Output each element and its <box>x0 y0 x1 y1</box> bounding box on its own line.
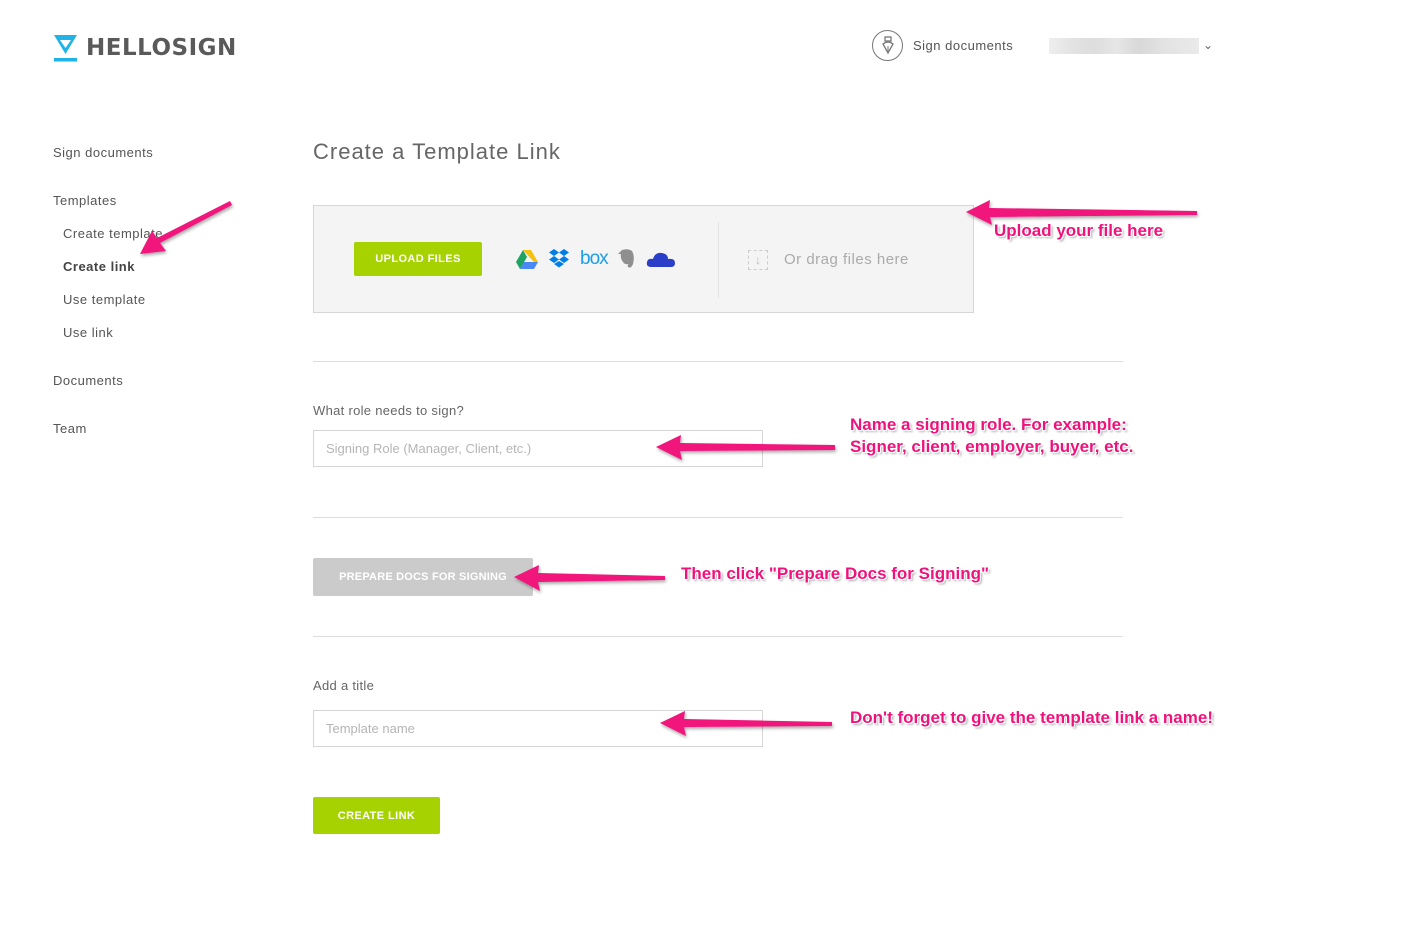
create-link-button[interactable]: CREATE LINK <box>313 797 440 834</box>
section-divider <box>313 361 1123 362</box>
sign-documents-label: Sign documents <box>913 38 1014 53</box>
annotation-role-line2: Signer, client, employer, buyer, etc. <box>850 437 1134 456</box>
sidebar-item-create-link[interactable]: Create link <box>63 259 135 274</box>
dropbox-icon[interactable] <box>548 249 570 269</box>
box-icon[interactable]: box <box>580 248 609 270</box>
title-field-label: Add a title <box>313 678 375 693</box>
cloud-integrations: box <box>516 248 676 270</box>
drag-files-label: Or drag files here <box>784 251 909 268</box>
logo-wordmark: HELLOSIGN <box>86 35 237 61</box>
annotation-role-line1: Name a signing role. For example: <box>850 415 1127 434</box>
annotation-title: Don't forget to give the template link a… <box>850 708 1213 727</box>
pen-icon <box>872 30 903 61</box>
sidebar-item-team[interactable]: Team <box>53 421 87 436</box>
sidebar-item-use-link[interactable]: Use link <box>63 325 113 340</box>
section-divider <box>313 517 1123 518</box>
google-drive-icon[interactable] <box>516 249 538 269</box>
sidebar-item-templates[interactable]: Templates <box>53 193 117 208</box>
upload-divider <box>718 222 719 298</box>
sidebar-item-create-template[interactable]: Create template <box>63 226 163 241</box>
annotation-prepare: Then click "Prepare Docs for Signing" <box>681 564 990 583</box>
annotation-upload: Upload your file here <box>994 221 1164 240</box>
sidebar-item-use-template[interactable]: Use template <box>63 292 146 307</box>
chevron-down-icon[interactable]: ⌄ <box>1203 38 1213 52</box>
header-sign-documents-link[interactable]: Sign documents <box>872 30 1013 61</box>
hellosign-logo-icon <box>53 34 78 62</box>
template-name-input[interactable] <box>313 710 763 747</box>
sidebar-item-documents[interactable]: Documents <box>53 373 123 388</box>
prepare-docs-button[interactable]: PREPARE DOCS FOR SIGNING <box>313 558 533 596</box>
role-field-label: What role needs to sign? <box>313 403 465 418</box>
page-title: Create a Template Link <box>313 139 561 164</box>
user-account-name[interactable] <box>1049 38 1199 54</box>
onedrive-icon[interactable] <box>646 249 676 269</box>
download-arrow-icon: ↓ <box>748 250 768 270</box>
section-divider <box>313 636 1123 637</box>
upload-dropzone[interactable]: UPLOAD FILES box ↓ Or drag files here <box>313 205 974 313</box>
signing-role-input[interactable] <box>313 430 763 467</box>
annotation-arrow-prepare <box>514 565 665 591</box>
evernote-icon[interactable] <box>617 248 636 270</box>
sidebar-item-sign-documents[interactable]: Sign documents <box>53 145 153 160</box>
upload-files-button[interactable]: UPLOAD FILES <box>354 242 482 276</box>
hellosign-logo[interactable]: HELLOSIGN <box>53 34 237 62</box>
